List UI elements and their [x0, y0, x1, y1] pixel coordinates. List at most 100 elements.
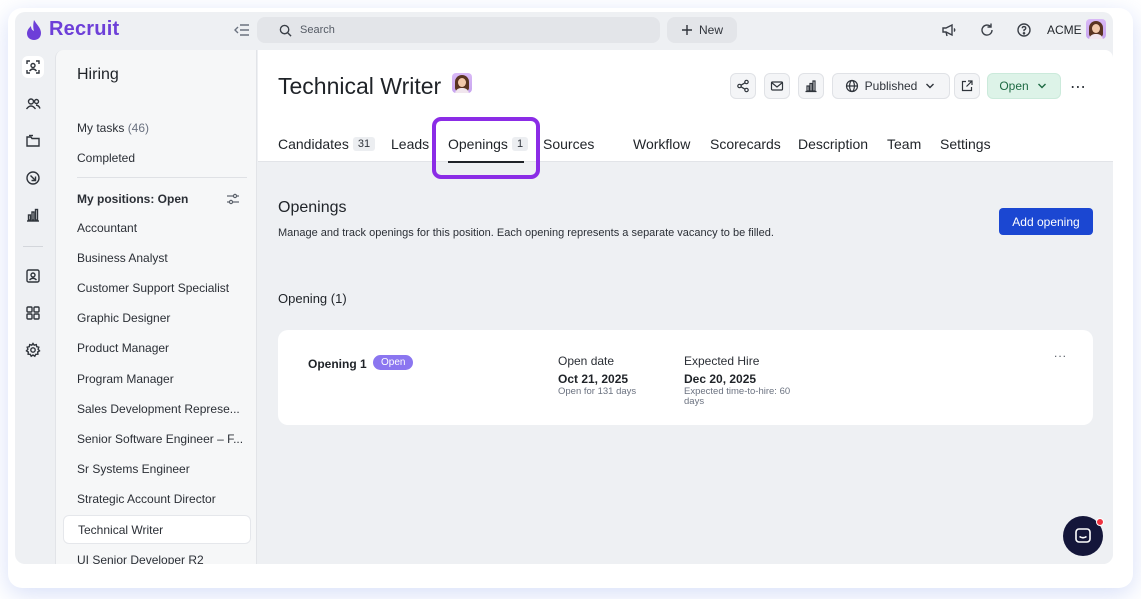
top-bar: Recruit Search New ACME — [15, 12, 1113, 48]
mail-icon — [770, 81, 784, 91]
external-link-icon — [961, 80, 973, 92]
chevron-down-icon — [926, 83, 935, 89]
sidebar-position-item[interactable]: Graphic Designer — [63, 304, 251, 333]
org-name[interactable]: ACME — [1047, 23, 1082, 37]
folders-icon — [26, 134, 40, 147]
new-button-label: New — [698, 23, 723, 37]
rail-item-inbox[interactable] — [22, 167, 44, 189]
open-status-label: Open — [999, 79, 1029, 93]
grid-icon — [26, 306, 40, 320]
app-window: Recruit Search New ACME Hiring My tasks … — [15, 12, 1113, 564]
rail-item-recruiting[interactable] — [22, 56, 44, 78]
rail-item-settings[interactable] — [22, 339, 44, 361]
new-button[interactable]: New — [667, 17, 737, 43]
bar-chart-icon — [27, 208, 39, 222]
search-placeholder: Search — [300, 24, 335, 36]
tab-description[interactable]: Description — [798, 136, 868, 152]
sidebar-position-item[interactable]: Business Analyst — [63, 243, 251, 272]
refresh-icon[interactable] — [979, 22, 995, 38]
nav-rail — [15, 48, 55, 564]
tab-label: Leads — [391, 136, 430, 152]
sidebar-divider — [77, 177, 247, 178]
analytics-button[interactable] — [798, 73, 824, 99]
rail-divider — [23, 246, 43, 247]
bar-chart-icon — [805, 80, 817, 93]
position-header: Technical Writer Published Open ⋯ Candid… — [258, 50, 1113, 163]
rail-item-contacts[interactable] — [22, 265, 44, 287]
user-scan-icon — [26, 60, 40, 74]
tab-label: Sources — [543, 136, 595, 152]
tab-scorecards[interactable]: Scorecards — [710, 136, 781, 152]
opening-more-button[interactable]: ... — [1054, 346, 1067, 360]
arrow-circle-icon — [26, 171, 40, 185]
search-icon — [279, 24, 292, 37]
openings-description: Manage and track openings for this posit… — [278, 227, 774, 239]
openings-tab-highlight-box — [432, 117, 540, 179]
published-dropdown[interactable]: Published — [832, 73, 950, 99]
flame-logo-icon — [27, 19, 41, 40]
opening-card[interactable]: Opening 1 Open Open date Oct 21, 2025 Op… — [278, 330, 1093, 425]
page-title: Technical Writer — [278, 73, 442, 99]
sidebar-position-item[interactable]: Strategic Account Director — [63, 485, 251, 514]
share-button[interactable] — [730, 73, 756, 99]
tab-leads[interactable]: Leads — [391, 136, 429, 152]
sidebar-position-item[interactable]: Product Manager — [63, 334, 251, 363]
collapse-sidebar-icon[interactable] — [233, 22, 251, 38]
filter-sliders-icon[interactable] — [226, 192, 240, 206]
tab-team[interactable]: Team — [887, 136, 921, 152]
position-owner-avatar[interactable] — [452, 73, 472, 93]
tab-candidates[interactable]: Candidates 31 — [278, 136, 376, 152]
opening-name: Opening 1 — [308, 357, 367, 371]
users-icon — [25, 98, 41, 110]
open-date-value: Oct 21, 2025 — [558, 372, 629, 386]
sidebar-position-item[interactable]: Program Manager — [63, 364, 251, 393]
help-icon[interactable] — [1016, 22, 1032, 38]
sidebar-position-item[interactable]: UI Senior Developer R2 — [63, 545, 251, 564]
positions-section-label: My positions: Open — [77, 192, 189, 206]
chat-icon — [1075, 528, 1091, 543]
sidebar-completed[interactable]: Completed — [77, 151, 135, 165]
tab-workflow[interactable]: Workflow — [633, 136, 690, 152]
expected-time-to-hire-unit: days — [684, 396, 705, 407]
sidebar-title: Hiring — [77, 66, 119, 83]
sidebar-position-item[interactable]: Technical Writer — [63, 515, 251, 544]
rail-item-apps[interactable] — [22, 302, 44, 324]
sidebar-position-item[interactable]: Sales Development Represe... — [63, 394, 251, 423]
tab-count-badge: 31 — [352, 137, 376, 151]
sidebar-position-item[interactable]: Sr Systems Engineer — [63, 455, 251, 484]
tab-label: Workflow — [633, 136, 691, 152]
sidebar-position-item[interactable]: Senior Software Engineer – F... — [63, 424, 251, 453]
rail-item-folders[interactable] — [22, 130, 44, 152]
rail-item-people[interactable] — [22, 93, 44, 115]
contact-card-icon — [26, 269, 40, 283]
email-button[interactable] — [764, 73, 790, 99]
rail-item-reports[interactable] — [22, 204, 44, 226]
tab-label: Scorecards — [710, 136, 781, 152]
megaphone-icon[interactable] — [941, 22, 957, 38]
tab-label: Candidates — [278, 136, 349, 152]
expected-hire-label: Expected Hire — [684, 354, 760, 368]
add-opening-button[interactable]: Add opening — [999, 208, 1093, 235]
tab-label: Settings — [940, 136, 991, 152]
hiring-sidebar: Hiring My tasks (46) Completed My positi… — [55, 50, 257, 564]
openings-count-label: Opening (1) — [278, 291, 347, 306]
status-badge: Open — [373, 355, 414, 370]
tab-sources[interactable]: Sources — [543, 136, 594, 152]
open-external-button[interactable] — [954, 73, 980, 99]
open-for-duration: Open for 131 days — [558, 386, 637, 397]
search-input[interactable]: Search — [257, 17, 660, 43]
expected-hire-value: Dec 20, 2025 — [684, 372, 757, 386]
sidebar-my-tasks[interactable]: My tasks (46) — [77, 121, 149, 135]
more-options-button[interactable]: ⋯ — [1070, 77, 1087, 97]
my-tasks-count: (46) — [127, 121, 150, 135]
app-logo[interactable]: Recruit — [25, 18, 119, 41]
gear-icon — [25, 342, 41, 358]
sidebar-position-item[interactable]: Accountant — [63, 213, 251, 242]
open-status-dropdown[interactable]: Open — [987, 73, 1061, 99]
user-avatar[interactable] — [1086, 19, 1106, 39]
globe-icon — [845, 79, 858, 93]
my-tasks-label: My tasks — [77, 121, 125, 135]
sidebar-position-item[interactable]: Customer Support Specialist — [63, 273, 251, 302]
tab-settings[interactable]: Settings — [940, 136, 991, 152]
open-date-label: Open date — [558, 354, 615, 368]
